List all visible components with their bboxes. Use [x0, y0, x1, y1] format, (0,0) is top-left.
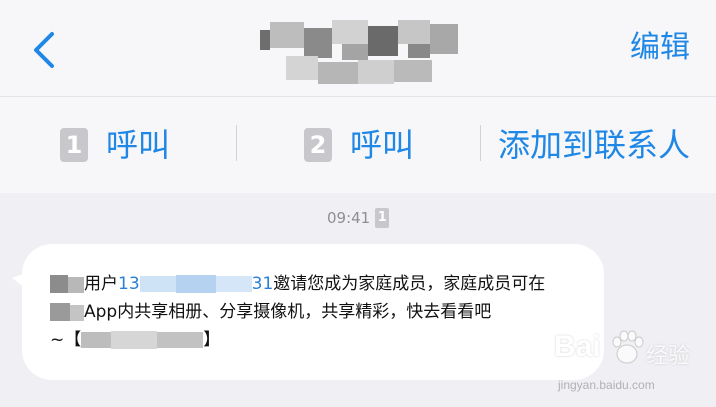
message-line-1: 用户13 31邀请您成为家庭成员，家庭成员可在	[50, 270, 590, 298]
message-timestamp: 09:41 1	[327, 208, 390, 228]
add-to-contacts-button[interactable]: 添加到联系人	[498, 125, 690, 165]
message-time: 09:41	[327, 209, 371, 227]
contact-name-blurred	[260, 20, 458, 84]
user-prefix: 用户	[84, 274, 118, 294]
message-text[interactable]: 用户13 31邀请您成为家庭成员，家庭成员可在 App内共享相册、分享摄像机，共…	[50, 270, 590, 354]
watermark-brand: Bai	[554, 330, 601, 363]
edit-button[interactable]: 编辑	[630, 28, 690, 68]
message-line-3-suffix: 】	[203, 330, 221, 350]
call-sim2-label: 呼叫	[350, 126, 415, 164]
redacted-name	[50, 303, 84, 321]
message-line-3-prefix: ~【	[50, 330, 82, 350]
message-line-2: App内共享相册、分享摄像机，共享精彩，快去看看吧	[50, 298, 590, 326]
phone-end: 31	[251, 274, 274, 294]
divider	[480, 125, 481, 161]
redacted-name	[50, 275, 84, 293]
call-sim1-label: 呼叫	[106, 126, 171, 164]
phone-start: 13	[118, 274, 140, 294]
watermark-brand-cn: 经验	[646, 344, 691, 369]
navigation-bar: 编辑	[0, 0, 716, 96]
sim-2-icon: 2	[304, 128, 332, 162]
message-line-3: ~【 】	[50, 326, 590, 354]
sim-1-badge-icon: 1	[375, 208, 390, 228]
action-bar: 1 呼叫 2 呼叫 添加到联系人	[0, 96, 716, 193]
redacted-phone	[139, 275, 252, 293]
phone-number-link[interactable]: 13 31	[118, 274, 273, 294]
divider	[236, 125, 237, 161]
baidu-watermark: Bai 经验 jingyan.baidu.com	[554, 330, 704, 400]
paw-icon	[612, 330, 644, 364]
call-sim2-button[interactable]: 2 呼叫	[304, 125, 414, 165]
watermark-url: jingyan.baidu.com	[558, 378, 655, 392]
message-line-1-rest: 邀请您成为家庭成员，家庭成员可在	[273, 274, 546, 294]
sim-1-icon: 1	[60, 128, 88, 162]
redacted-link	[81, 331, 204, 349]
call-sim1-button[interactable]: 1 呼叫	[60, 125, 170, 165]
chevron-left-icon[interactable]	[30, 30, 60, 70]
message-line-2-text: App内共享相册、分享摄像机，共享精彩，快去看看吧	[84, 302, 492, 322]
